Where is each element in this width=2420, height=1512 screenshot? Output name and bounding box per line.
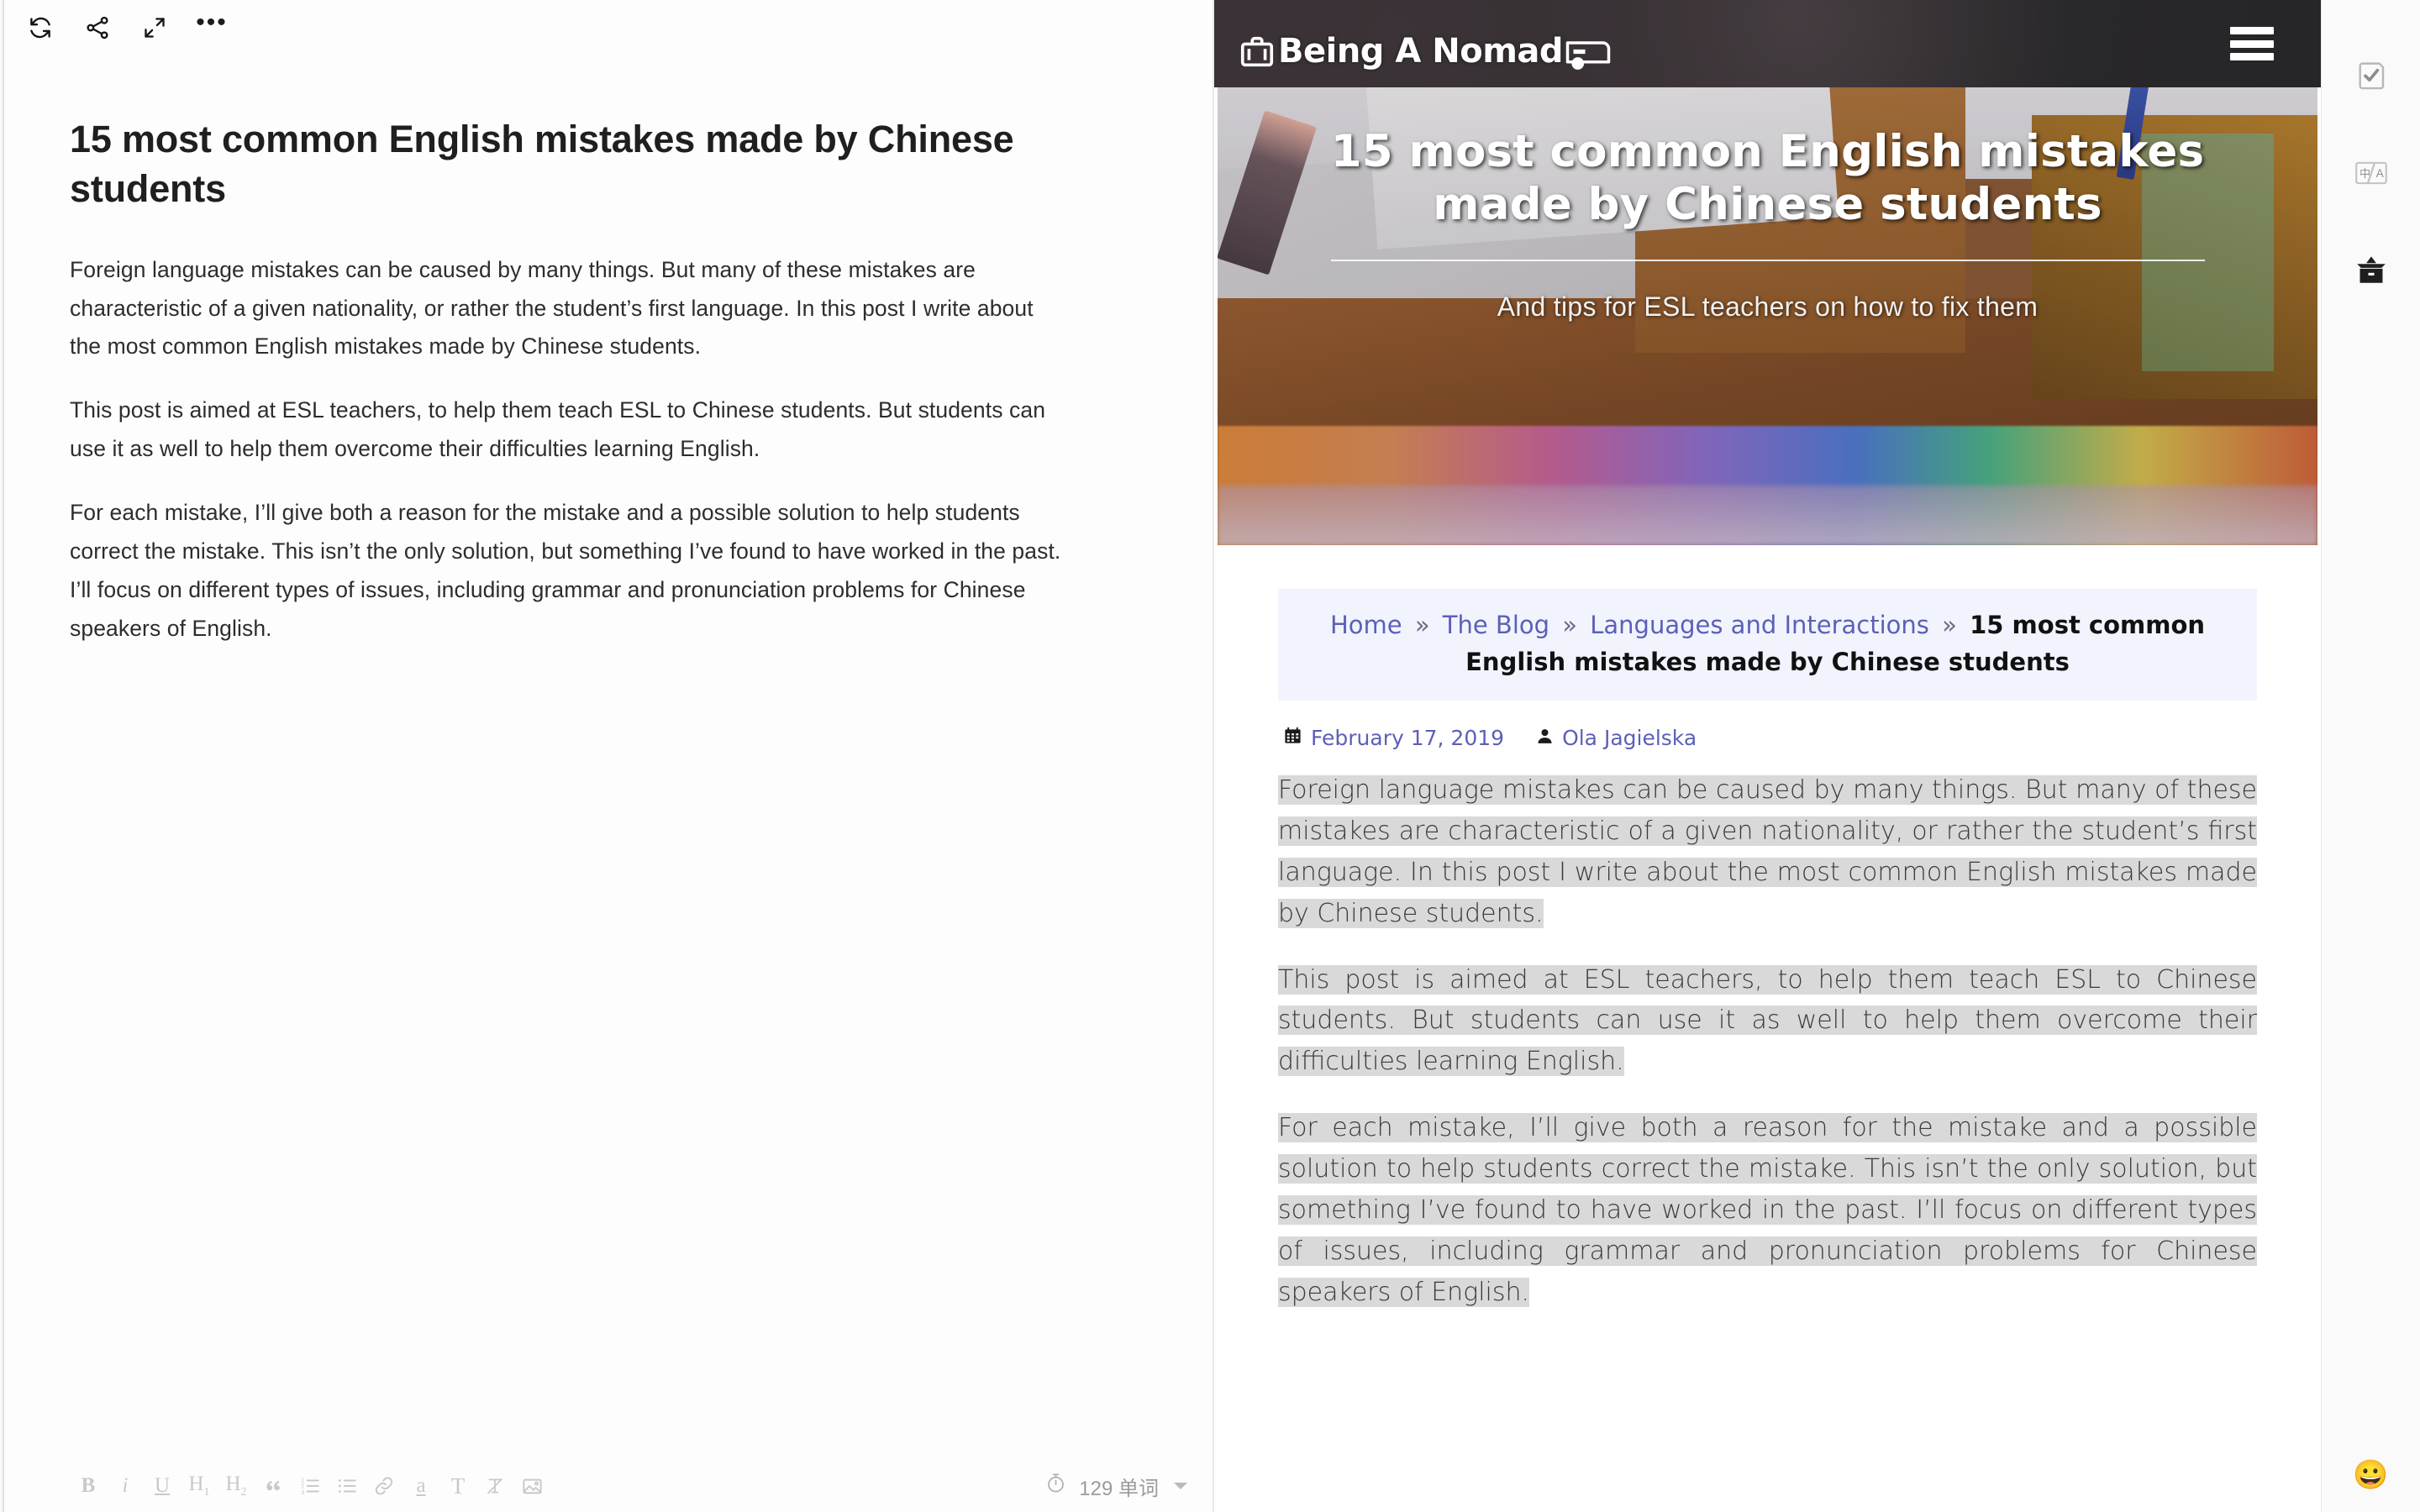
article-paragraph: For each mistake, I’ll give both a reaso… <box>1278 1108 2257 1313</box>
user-icon <box>1536 726 1554 750</box>
site-header: Being A Nomad <box>1214 0 2321 87</box>
caravan-icon <box>1565 38 1612 71</box>
breadcrumb-item-languages[interactable]: Languages and Interactions <box>1590 611 1929 639</box>
heading1-label: H1 <box>188 1473 210 1499</box>
hamburger-bar <box>2230 27 2274 34</box>
fullscreen-icon[interactable] <box>135 8 174 47</box>
app-root: ••• 15 most common English mistakes made… <box>0 0 2420 1512</box>
unordered-list-button[interactable] <box>329 1467 366 1504</box>
breadcrumb-separator: » <box>1942 611 1957 639</box>
document-paragraph[interactable]: This post is aimed at ESL teachers, to h… <box>70 391 1070 469</box>
site-logo[interactable]: Being A Nomad <box>1238 16 1612 71</box>
link-button[interactable] <box>366 1467 402 1504</box>
word-count-label: 129 单词 <box>1079 1477 1159 1500</box>
clear-format-button[interactable] <box>476 1467 513 1504</box>
underline-button[interactable]: U <box>144 1467 181 1504</box>
more-options-icon[interactable]: ••• <box>192 8 231 47</box>
article-paragraph-text: Foreign language mistakes can be caused … <box>1278 775 2257 928</box>
article-paragraph: Foreign language mistakes can be caused … <box>1278 770 2257 935</box>
article-paragraph-text: This post is aimed at ESL teachers, to h… <box>1278 964 2257 1077</box>
document-paragraph[interactable]: Foreign language mistakes can be caused … <box>70 251 1070 367</box>
translate-icon[interactable]: 中 A <box>2348 150 2395 197</box>
format-button-group: B i U H1 H2 1 2 3 a T <box>70 1467 550 1504</box>
editor-document[interactable]: 15 most common English mistakes made by … <box>4 55 1122 648</box>
more-options-dots: ••• <box>196 8 228 36</box>
article-paragraph-text: For each mistake, I’ll give both a reaso… <box>1278 1113 2257 1307</box>
document-paragraph[interactable]: For each mistake, I’ll give both a reaso… <box>70 494 1070 648</box>
post-author-label: Ola Jagielska <box>1562 726 1697 750</box>
hero-banner: 15 most common English mistakes made by … <box>1218 87 2317 545</box>
proofread-icon[interactable] <box>2348 52 2395 99</box>
bold-button[interactable]: B <box>70 1467 107 1504</box>
svg-text:A: A <box>2375 167 2384 180</box>
site-logo-text: Being A Nomad <box>1278 32 1564 71</box>
hamburger-menu-icon[interactable] <box>2230 27 2274 60</box>
hero-text-block: 15 most common English mistakes made by … <box>1218 126 2317 323</box>
ordered-list-button[interactable]: 1 2 3 <box>292 1467 329 1504</box>
emoji-button[interactable]: 😀 <box>2353 1458 2388 1492</box>
right-sidebar: 中 A 😀 <box>2321 0 2420 1512</box>
svg-text:中: 中 <box>2360 168 2370 181</box>
post-date[interactable]: February 17, 2019 <box>1283 726 1504 750</box>
suitcase-icon <box>1238 33 1276 71</box>
heading1-button[interactable]: H1 <box>181 1467 218 1504</box>
post-meta: February 17, 2019 Ola Jagielska <box>1283 726 2257 750</box>
document-title[interactable]: 15 most common English mistakes made by … <box>70 114 1070 214</box>
editor-panel: ••• 15 most common English mistakes made… <box>4 0 1213 1512</box>
archive-icon[interactable] <box>2348 247 2395 294</box>
text-style-button[interactable]: T <box>439 1467 476 1504</box>
svg-text:3: 3 <box>301 1488 304 1496</box>
hero-subtitle: And tips for ESL teachers on how to fix … <box>1497 291 2039 323</box>
article-body: Home » The Blog » Languages and Interact… <box>1214 545 2321 1314</box>
sync-icon[interactable] <box>21 8 60 47</box>
word-count-control[interactable]: 129 单词 <box>1044 1472 1187 1501</box>
hero-divider <box>1330 260 2205 262</box>
post-author[interactable]: Ola Jagielska <box>1536 726 1697 750</box>
text-style-label: T <box>450 1473 466 1499</box>
chevron-down-icon <box>1174 1483 1187 1489</box>
heading2-label: H2 <box>225 1473 247 1499</box>
post-date-label: February 17, 2019 <box>1311 726 1505 750</box>
hamburger-bar <box>2230 53 2274 60</box>
highlight-label: a <box>416 1474 426 1497</box>
editor-format-toolbar: B i U H1 H2 1 2 3 a T 129 单词 <box>4 1460 1213 1512</box>
hamburger-bar <box>2230 39 2274 48</box>
timer-icon <box>1044 1472 1067 1500</box>
blockquote-button[interactable] <box>255 1467 292 1504</box>
breadcrumb-separator: » <box>1414 611 1430 639</box>
breadcrumb: Home » The Blog » Languages and Interact… <box>1278 589 2257 701</box>
editor-scroll-area[interactable]: 15 most common English mistakes made by … <box>4 55 1213 1460</box>
share-icon[interactable] <box>78 8 117 47</box>
highlight-button[interactable]: a <box>402 1467 439 1504</box>
article-paragraph: This post is aimed at ESL teachers, to h… <box>1278 960 2257 1084</box>
site-preview-panel: Being A Nomad 15 most common English mis… <box>1214 0 2321 1512</box>
insert-image-button[interactable] <box>513 1467 550 1504</box>
italic-button[interactable]: i <box>107 1467 144 1504</box>
breadcrumb-item-the-blog[interactable]: The Blog <box>1443 611 1549 639</box>
heading2-button[interactable]: H2 <box>218 1467 255 1504</box>
hero-title: 15 most common English mistakes made by … <box>1330 126 2205 230</box>
breadcrumb-item-home[interactable]: Home <box>1330 611 1402 639</box>
breadcrumb-separator: » <box>1562 611 1578 639</box>
calendar-icon <box>1283 726 1302 750</box>
editor-top-toolbar: ••• <box>4 0 1213 55</box>
